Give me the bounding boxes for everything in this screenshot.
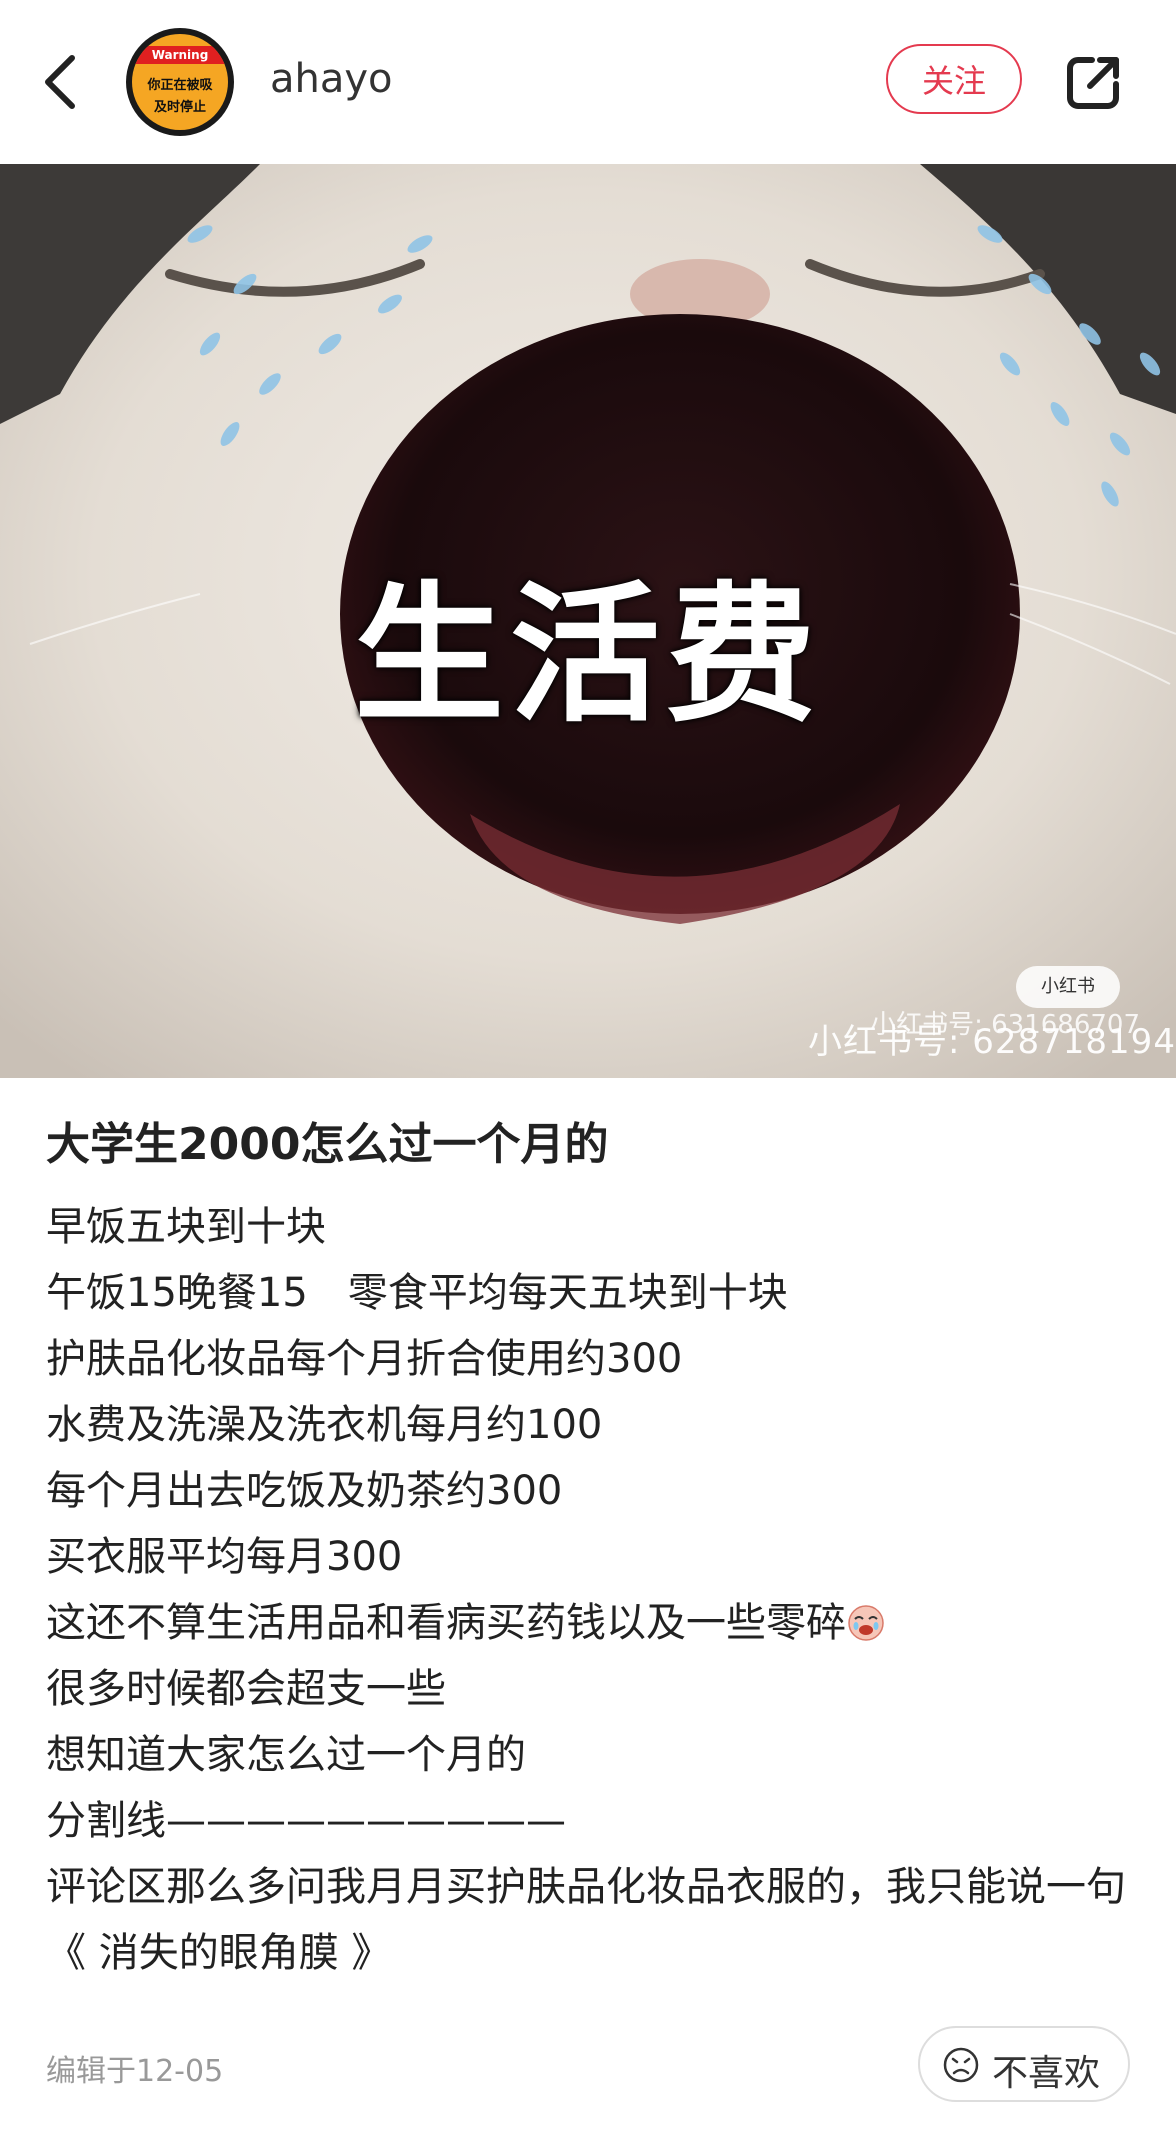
post-line-with-emoji: 这还不算生活用品和看病买药钱以及一些零碎 (46, 1590, 1136, 1656)
edit-date: 编辑于12-05 (46, 2054, 224, 2089)
post-image[interactable]: 生活费 小红书 小红书号: 631686707 小红书号: 628718194 (0, 164, 1176, 1078)
post-line: 分割线—————————— (46, 1798, 566, 1844)
post-title: 大学生2000怎么过一个月的 (46, 1119, 609, 1170)
watermark-logo: 小红书 (1016, 966, 1120, 1008)
avatar-line-2: 及时停止 (153, 100, 206, 115)
post-body: 早饭五块到十块 午饭15晚餐15 零食平均每天五块到十块 护肤品化妆品每个月折合… (46, 1194, 1136, 1986)
watermark-bottom: 小红书号: 628718194 (808, 1022, 1176, 1062)
share-icon[interactable] (1064, 52, 1124, 112)
post-line: 护肤品化妆品每个月折合使用约300 (46, 1336, 683, 1382)
post-line: 水费及洗澡及洗衣机每月约100 (46, 1402, 603, 1448)
avatar-line-1: 你正在被吸 (147, 78, 213, 93)
username[interactable]: ahayo (270, 56, 393, 102)
follow-button[interactable]: 关注 (886, 44, 1022, 114)
top-bar: Warning 你正在被吸 及时停止 ahayo 关注 (0, 0, 1176, 164)
post-line: 早饭五块到十块 (46, 1204, 326, 1250)
avatar[interactable]: Warning 你正在被吸 及时停止 (126, 28, 234, 136)
post-line: 每个月出去吃饭及奶茶约300 (46, 1468, 563, 1514)
dislike-label: 不喜欢 (992, 2053, 1101, 2094)
post-line: 午饭15晚餐15 零食平均每天五块到十块 (46, 1270, 788, 1316)
post-line: 想知道大家怎么过一个月的 (46, 1732, 526, 1778)
image-caption: 生活费 (353, 569, 822, 743)
avatar-warning-text: Warning (132, 46, 228, 64)
post-line: 评论区那么多问我月月买护肤品化妆品衣服的，我只能说一句《 消失的眼角膜 》 (46, 1864, 1126, 1976)
post-line: 很多时候都会超支一些 (46, 1666, 446, 1712)
crying-face-emoji (848, 1605, 884, 1641)
dislike-button[interactable]: 不喜欢 (918, 2026, 1130, 2102)
post-line: 买衣服平均每月300 (46, 1534, 403, 1580)
chevron-left-icon[interactable] (38, 52, 90, 112)
sad-face-icon (943, 2047, 979, 2083)
post-line-text: 这还不算生活用品和看病买药钱以及一些零碎 (46, 1600, 846, 1646)
